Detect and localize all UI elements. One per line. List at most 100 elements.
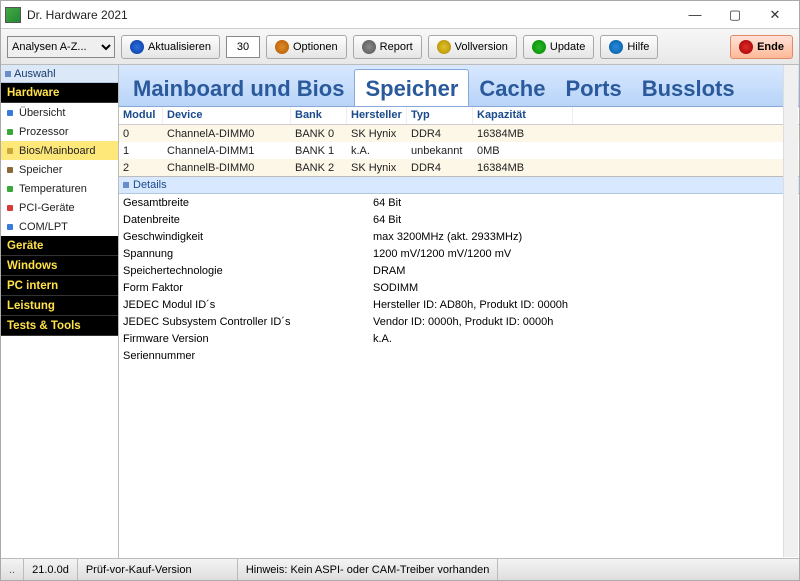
- cell-typ: DDR4: [407, 127, 473, 141]
- titlebar: Dr. Hardware 2021 — ▢ ✕: [1, 1, 799, 29]
- col-device[interactable]: Device: [163, 107, 291, 124]
- sidebar-item-pci-geraete[interactable]: PCI-Geräte: [1, 198, 118, 217]
- hint-label: Hinweis:: [246, 564, 288, 576]
- status-hint: Hinweis: Kein ASPI- oder CAM-Treiber vor…: [238, 559, 499, 580]
- item-label: PCI-Geräte: [19, 202, 75, 214]
- maximize-button[interactable]: ▢: [715, 3, 755, 27]
- cell-hersteller: k.A.: [347, 144, 407, 158]
- tabs: Mainboard und Bios Speicher Cache Ports …: [119, 65, 799, 107]
- sidebar-item-temperaturen[interactable]: Temperaturen: [1, 179, 118, 198]
- cell-typ: unbekannt: [407, 144, 473, 158]
- cell-modul: 2: [119, 161, 163, 175]
- table-row[interactable]: 0 ChannelA-DIMM0 BANK 0 SK Hynix DDR4 16…: [119, 125, 799, 142]
- cell-modul: 0: [119, 127, 163, 141]
- cell-bank: BANK 1: [291, 144, 347, 158]
- vertical-scrollbar[interactable]: [783, 65, 798, 557]
- collapse-icon: [5, 71, 11, 77]
- window-controls: — ▢ ✕: [675, 3, 795, 27]
- col-hersteller[interactable]: Hersteller: [347, 107, 407, 124]
- category-tests-tools[interactable]: Tests & Tools: [1, 316, 118, 336]
- detail-value: 1200 mV/1200 mV/1200 mV: [373, 248, 795, 260]
- detail-row: Geschwindigkeitmax 3200MHz (akt. 2933MHz…: [119, 228, 799, 245]
- sidebar-header[interactable]: Auswahl: [1, 65, 118, 83]
- detail-key: Firmware Version: [123, 333, 373, 345]
- toolbar: Analysen A-Z... Aktualisieren 30 Optione…: [1, 29, 799, 65]
- detail-key: JEDEC Subsystem Controller ID´s: [123, 316, 373, 328]
- options-button[interactable]: Optionen: [266, 35, 347, 59]
- options-label: Optionen: [293, 41, 338, 53]
- col-modul[interactable]: Modul: [119, 107, 163, 124]
- cell-device: ChannelA-DIMM1: [163, 144, 291, 158]
- sidebar-item-com-lpt[interactable]: COM/LPT: [1, 217, 118, 236]
- app-title: Dr. Hardware 2021: [27, 8, 128, 22]
- end-button[interactable]: Ende: [730, 35, 793, 59]
- end-icon: [739, 40, 753, 54]
- detail-value: DRAM: [373, 265, 795, 277]
- sidebar-item-speicher[interactable]: Speicher: [1, 160, 118, 179]
- detail-key: Seriennummer: [123, 350, 373, 362]
- tab-speicher[interactable]: Speicher: [354, 69, 469, 106]
- details-header[interactable]: Details: [119, 177, 799, 194]
- report-button[interactable]: Report: [353, 35, 422, 59]
- category-leistung[interactable]: Leistung: [1, 296, 118, 316]
- detail-row: Spannung1200 mV/1200 mV/1200 mV: [119, 245, 799, 262]
- cell-hersteller: SK Hynix: [347, 127, 407, 141]
- status-dots: ..: [1, 559, 24, 580]
- cell-kapazitaet: 16384MB: [473, 161, 573, 175]
- options-icon: [275, 40, 289, 54]
- detail-row: SpeichertechnologieDRAM: [119, 262, 799, 279]
- category-geraete[interactable]: Geräte: [1, 236, 118, 256]
- detail-key: Datenbreite: [123, 214, 373, 226]
- sidebar-item-uebersicht[interactable]: Übersicht: [1, 103, 118, 122]
- help-label: Hilfe: [627, 41, 649, 53]
- help-button[interactable]: Hilfe: [600, 35, 658, 59]
- minimize-button[interactable]: —: [675, 3, 715, 27]
- category-pc-intern[interactable]: PC intern: [1, 276, 118, 296]
- detail-value: 64 Bit: [373, 214, 795, 226]
- table-row[interactable]: 2 ChannelB-DIMM0 BANK 2 SK Hynix DDR4 16…: [119, 159, 799, 176]
- sidebar: Auswahl Hardware Übersicht Prozessor Bio…: [1, 65, 119, 558]
- detail-key: Gesamtbreite: [123, 197, 373, 209]
- item-label: Temperaturen: [19, 183, 87, 195]
- detail-key: JEDEC Modul ID´s: [123, 299, 373, 311]
- detail-row: Form FaktorSODIMM: [119, 279, 799, 296]
- col-bank[interactable]: Bank: [291, 107, 347, 124]
- item-label: COM/LPT: [19, 221, 68, 233]
- sidebar-item-prozessor[interactable]: Prozessor: [1, 122, 118, 141]
- detail-key: Form Faktor: [123, 282, 373, 294]
- details-title: Details: [133, 179, 167, 191]
- refresh-label: Aktualisieren: [148, 41, 211, 53]
- bullet-icon: [7, 205, 13, 211]
- sidebar-item-bios-mainboard[interactable]: Bios/Mainboard: [1, 141, 118, 160]
- cell-typ: DDR4: [407, 161, 473, 175]
- col-typ[interactable]: Typ: [407, 107, 473, 124]
- analysis-dropdown[interactable]: Analysen A-Z...: [7, 36, 115, 58]
- fullversion-button[interactable]: Vollversion: [428, 35, 517, 59]
- tab-ports[interactable]: Ports: [555, 70, 631, 106]
- help-icon: [609, 40, 623, 54]
- update-icon: [532, 40, 546, 54]
- update-button[interactable]: Update: [523, 35, 594, 59]
- status-bar: .. 21.0.0d Prüf-vor-Kauf-Version Hinweis…: [1, 558, 799, 580]
- col-kapazitaet[interactable]: Kapazität: [473, 107, 573, 124]
- grid-header: Modul Device Bank Hersteller Typ Kapazit…: [119, 107, 799, 125]
- memory-grid: Modul Device Bank Hersteller Typ Kapazit…: [119, 107, 799, 177]
- close-button[interactable]: ✕: [755, 3, 795, 27]
- content-area: Mainboard und Bios Speicher Cache Ports …: [119, 65, 799, 558]
- tab-busslots[interactable]: Busslots: [632, 70, 745, 106]
- cell-modul: 1: [119, 144, 163, 158]
- hint-text: Kein ASPI- oder CAM-Treiber vorhanden: [290, 564, 489, 576]
- tab-cache[interactable]: Cache: [469, 70, 555, 106]
- table-row[interactable]: 1 ChannelA-DIMM1 BANK 1 k.A. unbekannt 0…: [119, 142, 799, 159]
- status-edition: Prüf-vor-Kauf-Version: [78, 559, 238, 580]
- bullet-icon: [7, 167, 13, 173]
- category-hardware[interactable]: Hardware: [1, 83, 118, 103]
- update-label: Update: [550, 41, 585, 53]
- category-windows[interactable]: Windows: [1, 256, 118, 276]
- tab-mainboard[interactable]: Mainboard und Bios: [123, 70, 354, 106]
- refresh-button[interactable]: Aktualisieren: [121, 35, 220, 59]
- cell-device: ChannelB-DIMM0: [163, 161, 291, 175]
- bullet-icon: [7, 129, 13, 135]
- interval-spinner[interactable]: 30: [226, 36, 260, 58]
- detail-key: Speichertechnologie: [123, 265, 373, 277]
